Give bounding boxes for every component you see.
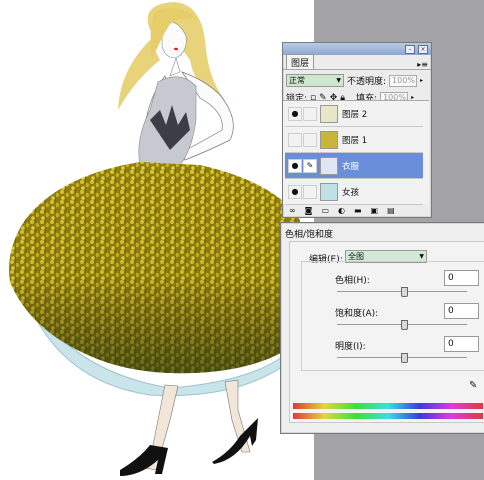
new-layer-icon[interactable]: ▣ bbox=[371, 206, 379, 215]
layer-name: 图层 1 bbox=[342, 135, 368, 146]
layer-row[interactable]: 图层 1 bbox=[285, 127, 423, 153]
output-spectrum-bar bbox=[293, 413, 483, 419]
trash-icon[interactable]: ▤ bbox=[387, 206, 395, 215]
close-icon[interactable]: × bbox=[418, 44, 428, 54]
eye-icon[interactable]: ● bbox=[288, 106, 302, 121]
dialog-title: 色相/饱和度 bbox=[285, 230, 334, 240]
layers-footer: ∞ ◙ ▭ ◐ ▬ ▣ ▤ bbox=[289, 206, 395, 215]
panel-menu-icon[interactable]: ▸≡ bbox=[417, 60, 428, 69]
hue-slider-thumb[interactable] bbox=[401, 287, 408, 297]
link-slot-icon[interactable] bbox=[303, 132, 317, 147]
saturation-label: 饱和度(A): bbox=[335, 309, 379, 319]
fx-icon[interactable]: ◙ bbox=[305, 206, 313, 215]
link-slot-icon[interactable] bbox=[303, 184, 317, 199]
blend-row: 正常 ▼ 不透明度: 100% ▸ bbox=[286, 74, 428, 87]
layer-thumbnail bbox=[320, 182, 338, 201]
eye-hidden-icon[interactable] bbox=[288, 132, 302, 147]
eye-icon[interactable]: ● bbox=[288, 158, 302, 173]
opacity-label: 不透明度: bbox=[347, 77, 387, 87]
tab-layers[interactable]: 图层 bbox=[286, 54, 315, 69]
hue-label: 色相(H): bbox=[335, 276, 370, 286]
blend-mode-value: 正常 bbox=[289, 76, 305, 85]
link-slot-icon[interactable] bbox=[303, 106, 317, 121]
opacity-field[interactable]: 100% bbox=[389, 74, 418, 87]
hue-input[interactable]: 0 bbox=[444, 270, 479, 286]
layers-tab-row: 图层 ▸≡ bbox=[283, 54, 431, 70]
chevron-down-icon: ▼ bbox=[336, 77, 341, 84]
saturation-slider-thumb[interactable] bbox=[401, 320, 408, 330]
layer-thumbnail bbox=[320, 104, 338, 123]
adjustment-icon[interactable]: ◐ bbox=[338, 206, 345, 215]
layer-name: 图层 2 bbox=[342, 109, 368, 120]
minimize-icon[interactable]: – bbox=[405, 44, 415, 54]
chevron-down-icon: ▼ bbox=[419, 253, 424, 260]
mask-icon[interactable]: ▭ bbox=[321, 206, 329, 215]
saturation-input[interactable]: 0 bbox=[444, 303, 479, 319]
layer-name: 衣服 bbox=[342, 161, 360, 172]
eyedropper-icon[interactable]: ✎ bbox=[469, 380, 477, 391]
lightness-label: 明度(I): bbox=[335, 342, 366, 352]
blend-mode-select[interactable]: 正常 ▼ bbox=[286, 74, 344, 87]
hue-saturation-dialog: 色相/饱和度 编辑(E): 全图 ▼ 色相(H): 0 饱和度(A): 0 明度… bbox=[280, 222, 484, 434]
input-spectrum-bar bbox=[293, 403, 483, 409]
link-icon[interactable]: ∞ bbox=[289, 206, 296, 215]
layer-name: 女孩 bbox=[342, 187, 360, 198]
opacity-value: 100% bbox=[392, 76, 415, 85]
layer-thumbnail bbox=[320, 130, 338, 149]
layer-row[interactable]: ● 女孩 bbox=[285, 179, 423, 205]
lightness-input[interactable]: 0 bbox=[444, 336, 479, 352]
layers-panel: – × 图层 ▸≡ 正常 ▼ 不透明度: 100% ▸ 锁定: ▫ ✎ ✥ 🔒︎… bbox=[282, 42, 432, 218]
eye-icon[interactable]: ● bbox=[288, 184, 302, 199]
layer-thumbnail bbox=[320, 156, 338, 175]
brush-icon[interactable]: ✎ bbox=[303, 158, 317, 173]
layer-row[interactable]: ● 图层 2 bbox=[285, 101, 423, 127]
layers-list: ● 图层 2 图层 1 ● ✎ 衣服 ● 女孩 bbox=[283, 100, 429, 205]
lightness-slider-thumb[interactable] bbox=[401, 353, 408, 363]
opacity-arrow-icon[interactable]: ▸ bbox=[420, 77, 423, 84]
group-icon[interactable]: ▬ bbox=[354, 206, 362, 215]
layer-row-selected[interactable]: ● ✎ 衣服 bbox=[285, 153, 423, 179]
